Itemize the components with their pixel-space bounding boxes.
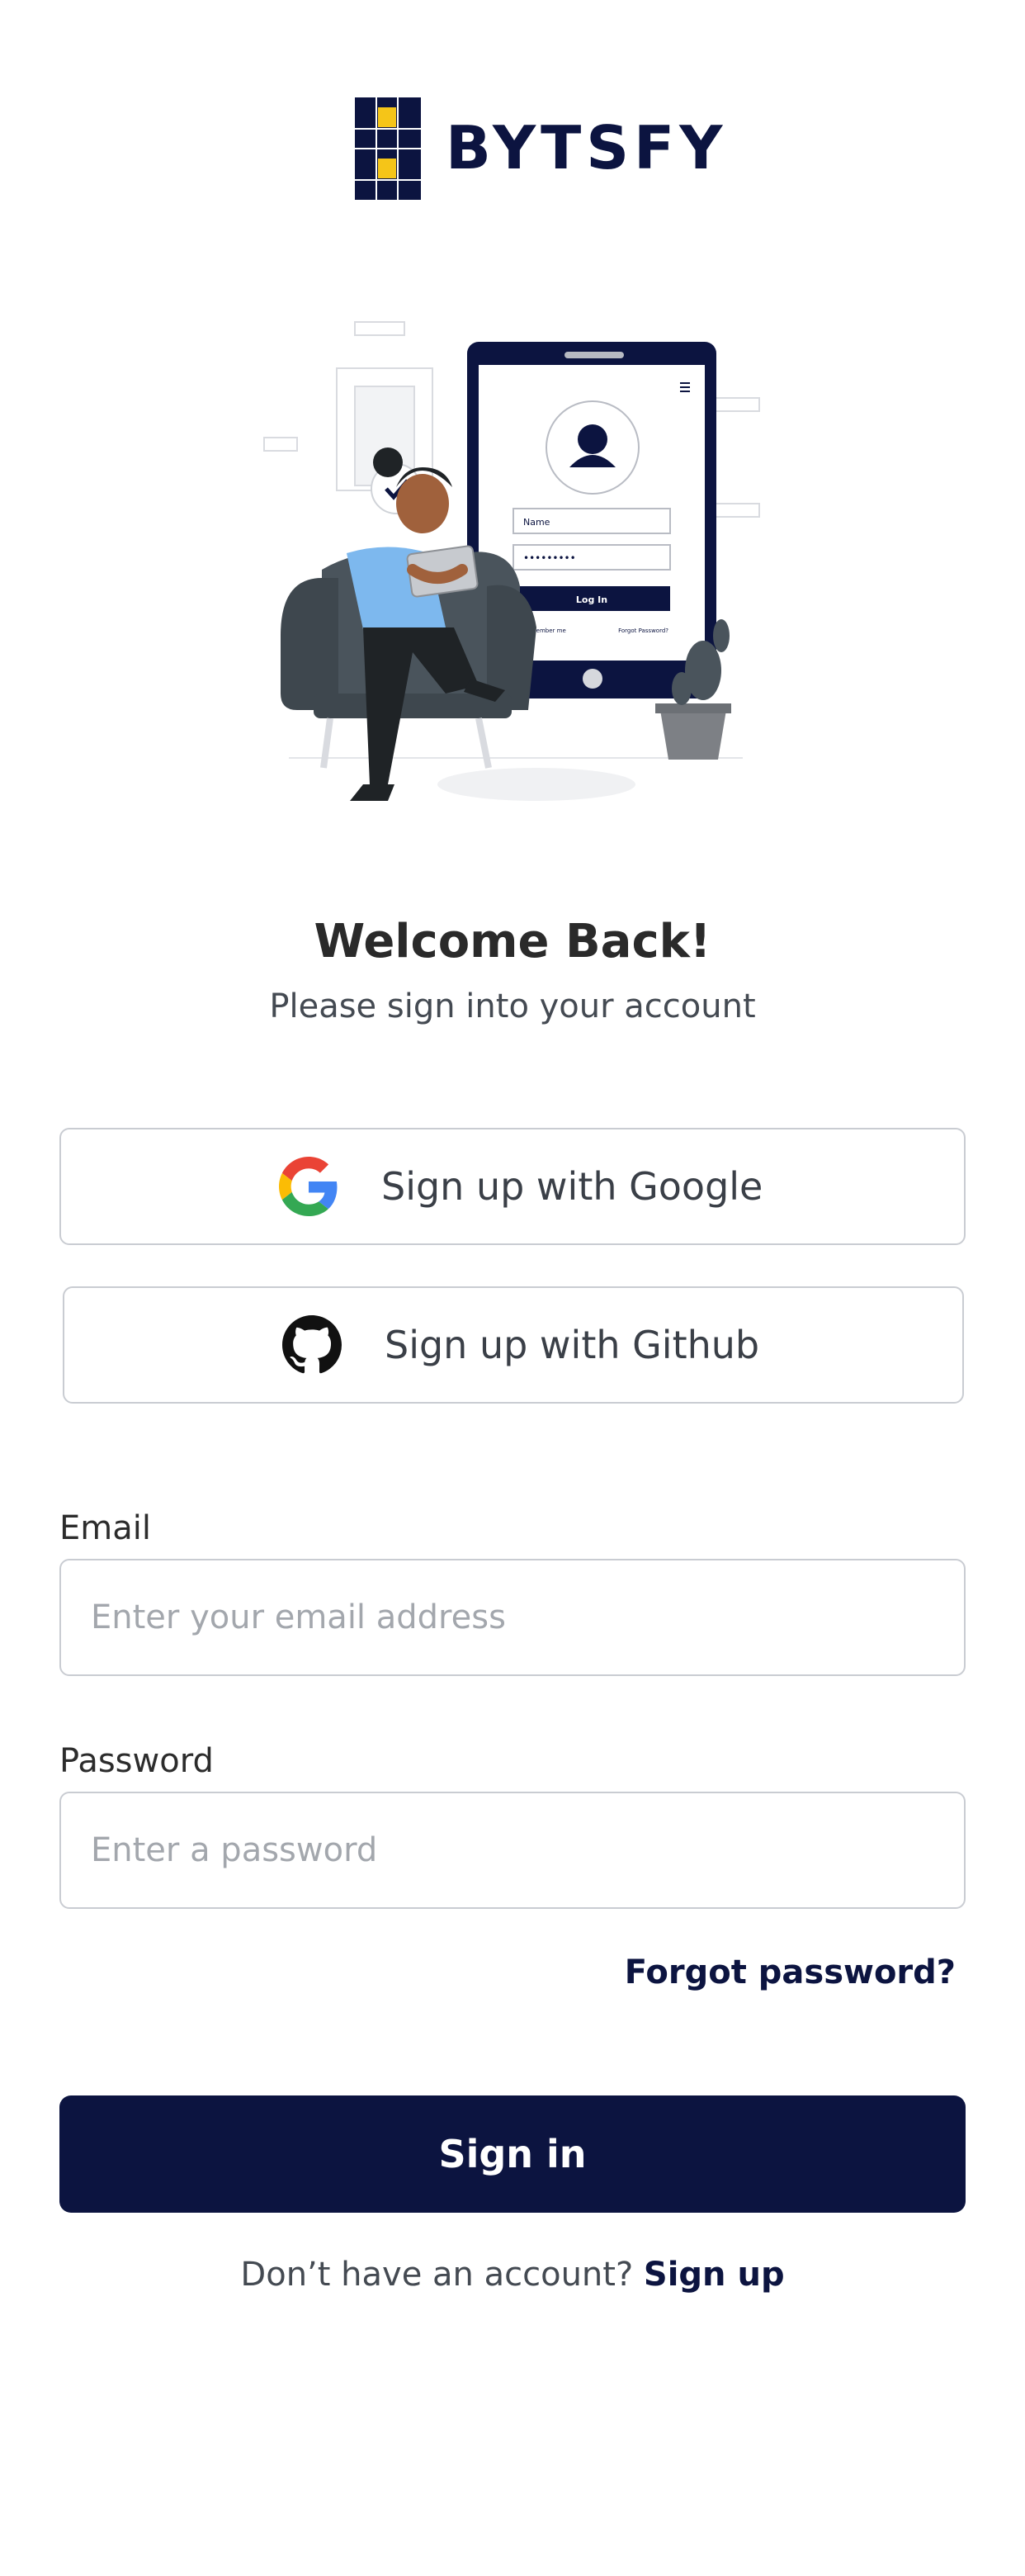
email-label: Email: [59, 1509, 151, 1547]
password-label: Password: [59, 1742, 214, 1780]
phone-forgot: Forgot Password?: [618, 627, 668, 634]
email-field[interactable]: [59, 1559, 966, 1676]
brand-logo: BYTSFY: [355, 97, 722, 200]
signup-prompt-text: Don’t have an account?: [240, 2256, 644, 2294]
github-signup-label: Sign up with Github: [385, 1323, 760, 1367]
page-subtitle: Please sign into your account: [269, 987, 756, 1025]
page-title: Welcome Back!: [314, 915, 711, 968]
phone-password-field: •••••••••: [523, 552, 576, 564]
password-field[interactable]: [59, 1792, 966, 1909]
forgot-password-link[interactable]: Forgot password?: [625, 1952, 956, 1993]
google-signup-button[interactable]: Sign up with Google: [59, 1128, 966, 1245]
brand-name: BYTSFY: [446, 113, 728, 182]
person-login-illustration: Name ••••••••• Log In Remember me Forgot…: [263, 321, 760, 801]
github-signup-button[interactable]: Sign up with Github: [63, 1286, 964, 1404]
signup-prompt: Don’t have an account? Sign up: [0, 2254, 1025, 2295]
google-signup-label: Sign up with Google: [381, 1164, 763, 1209]
phone-name-field: Name: [523, 517, 550, 528]
google-icon: [279, 1157, 338, 1216]
sign-up-link[interactable]: Sign up: [644, 2256, 785, 2294]
github-icon: [282, 1315, 342, 1374]
phone-login-button: Log In: [576, 594, 607, 605]
bytsfy-logo-icon: [355, 97, 421, 200]
sign-in-button[interactable]: Sign in: [59, 2095, 966, 2213]
